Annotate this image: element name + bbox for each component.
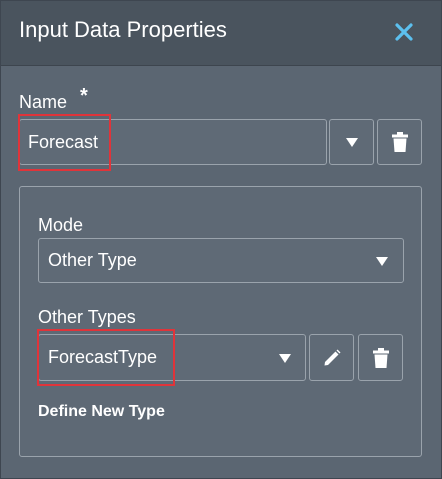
chevron-down-icon [279, 354, 291, 363]
chevron-down-icon [345, 137, 358, 147]
other-types-select-value: ForecastType [48, 347, 158, 367]
trash-icon [391, 132, 408, 152]
mode-label: Mode [38, 215, 84, 235]
name-label: Name [19, 92, 68, 112]
edit-type-button[interactable] [309, 334, 354, 381]
other-types-select[interactable]: ForecastType [38, 334, 306, 381]
other-types-label: Other Types [38, 307, 136, 327]
close-icon [395, 23, 413, 41]
required-marker: * [80, 85, 88, 107]
close-button[interactable] [390, 18, 418, 46]
chevron-down-icon [376, 257, 388, 266]
pencil-icon [324, 349, 340, 365]
dialog-header: Input Data Properties [1, 1, 441, 66]
define-new-type-link[interactable]: Define New Type [38, 403, 165, 421]
mode-select[interactable]: Other Type [38, 238, 404, 283]
input-data-properties-dialog: Input Data Properties Name * Forecast Mo… [0, 0, 442, 479]
trash-icon [372, 347, 389, 368]
mode-select-value: Other Type [48, 250, 137, 270]
delete-type-button[interactable] [358, 334, 403, 381]
name-delete-button[interactable] [377, 119, 422, 165]
name-input-value: Forecast [28, 132, 99, 152]
name-dropdown-button[interactable] [329, 119, 374, 165]
dialog-title: Input Data Properties [19, 17, 227, 42]
name-input[interactable]: Forecast [19, 119, 327, 165]
